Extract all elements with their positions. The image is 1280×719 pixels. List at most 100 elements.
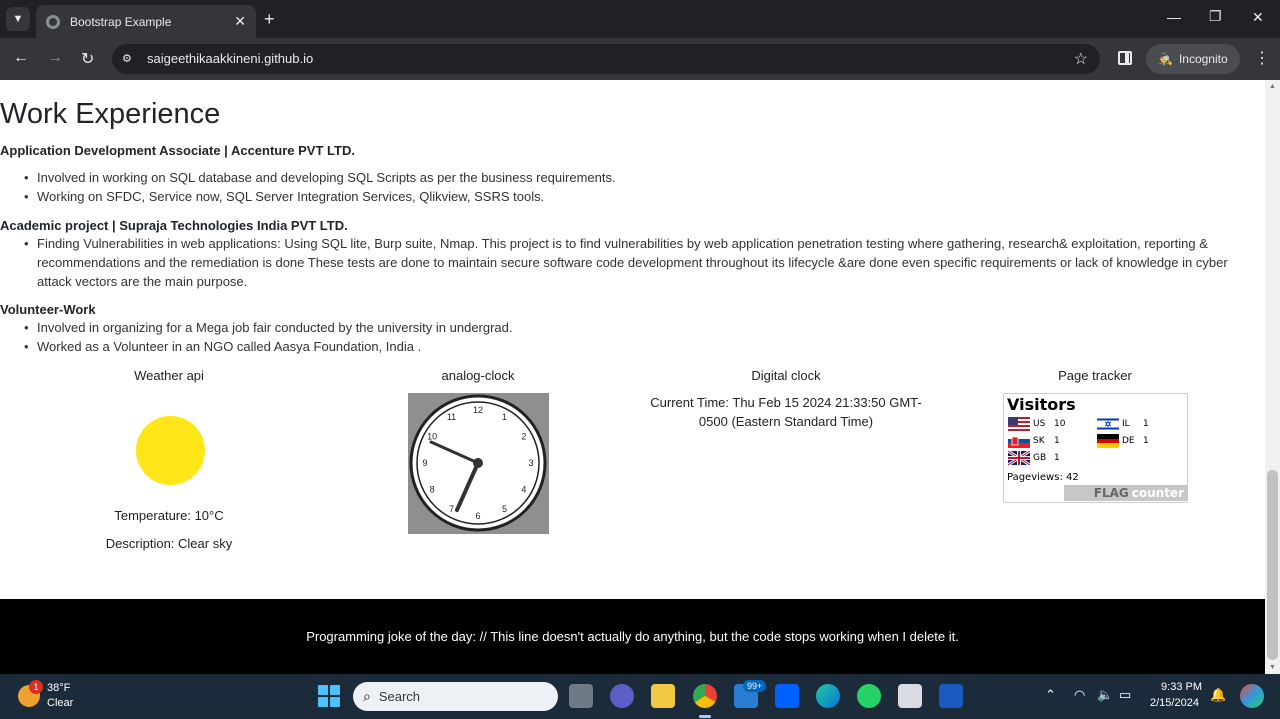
file-explorer-icon[interactable] (651, 684, 675, 708)
globe-icon (46, 14, 60, 29)
footer: Programming joke of the day: // This lin… (0, 599, 1265, 674)
notification-bell-icon[interactable]: 🔔 (1210, 687, 1226, 703)
clock-numeral: 7 (449, 504, 454, 514)
sun-icon (136, 416, 205, 485)
search-label: Search (378, 689, 421, 704)
incognito-icon: 🕵 (1158, 52, 1173, 66)
url-text[interactable]: saigeethikaakkineni.github.io (147, 51, 313, 66)
country-code: IL (1122, 419, 1130, 429)
side-panel-icon[interactable] (1118, 51, 1132, 65)
tab-strip: ▼ Bootstrap Example ✕ + — ❐ ✕ (0, 0, 1280, 38)
analog-clock: 12 1 2 3 4 5 6 7 8 9 10 11 (408, 393, 549, 534)
new-tab-button[interactable]: + (264, 9, 275, 29)
close-tab-icon[interactable]: ✕ (234, 13, 246, 30)
list-item: Worked as a Volunteer in an NGO called A… (24, 337, 1237, 356)
copilot-icon[interactable] (1240, 684, 1264, 708)
temperature-text: Temperature: 10°C (114, 508, 224, 523)
job-bullets: Involved in organizing for a Mega job fa… (24, 318, 1237, 356)
visitors-title: Visitors (1007, 395, 1076, 414)
mail-badge: 99+ (743, 680, 767, 692)
task-view-icon[interactable] (569, 684, 593, 708)
pageviews: Pageviews: 42 (1007, 472, 1079, 483)
notepad-icon[interactable] (898, 684, 922, 708)
address-bar[interactable]: ⚙ saigeethikaakkineni.github.io ☆ (112, 44, 1100, 74)
weather-temp[interactable]: 38°F (47, 682, 70, 694)
us-flag-icon (1008, 417, 1030, 431)
clock-numeral: 2 (521, 432, 526, 442)
gb-flag-icon (1008, 451, 1030, 465)
pageviews-value: 42 (1066, 472, 1079, 483)
country-row: GB 1 (1008, 451, 1060, 465)
bookmark-star-icon[interactable]: ☆ (1074, 49, 1088, 69)
clock-face: 121234567891011 (409, 394, 547, 532)
programming-joke: Programming joke of the day: // This lin… (306, 629, 959, 644)
chevron-up-icon[interactable]: ⌃ (1045, 687, 1056, 703)
notification-badge: 1 (29, 680, 43, 694)
country-count: 1 (1143, 419, 1149, 429)
browser-toolbar: ← → ↻ ⚙ saigeethikaakkineni.github.io ☆ (0, 38, 1280, 80)
battery-icon[interactable]: ▭ (1119, 687, 1131, 703)
edge-icon[interactable] (816, 684, 840, 708)
windows-start-icon[interactable] (318, 685, 340, 707)
forward-arrow-icon[interactable]: → (47, 49, 63, 67)
brand-flag-text: FLAG (1093, 486, 1129, 500)
chrome-icon[interactable] (693, 684, 717, 708)
current-time-line1: Current Time: Thu Feb 15 2024 21:33:50 G… (650, 395, 922, 410)
weather-title: Weather api (134, 368, 204, 383)
country-count: 1 (1054, 436, 1060, 446)
job-bullets: Finding Vulnerabilities in web applicati… (24, 234, 1247, 291)
taskbar: 1 38°F Clear ⌕ Search 99+ ⌃ ◠ 🔈 ▭ 9:33 P… (0, 674, 1280, 719)
page-scrollbar[interactable]: ▲ ▼ (1265, 80, 1280, 674)
scrollbar-thumb[interactable] (1267, 470, 1278, 660)
country-count: 1 (1143, 436, 1149, 446)
country-row: DE 1 (1097, 434, 1149, 448)
whatsapp-icon[interactable] (857, 684, 881, 708)
taskbar-time[interactable]: 9:33 PM (1160, 681, 1202, 693)
tab-search-button[interactable]: ▼ (6, 7, 30, 31)
country-code: GB (1033, 453, 1047, 463)
close-window-icon[interactable]: ✕ (1252, 9, 1264, 26)
site-info-icon[interactable]: ⚙ (122, 52, 136, 66)
country-row: US 10 (1008, 417, 1065, 431)
more-menu-icon[interactable]: ⋮ (1254, 48, 1270, 68)
wifi-icon[interactable]: ◠ (1074, 687, 1085, 703)
weather-description: Description: Clear sky (105, 536, 233, 551)
taskbar-search[interactable]: ⌕ Search (353, 682, 558, 711)
browser-tab[interactable]: Bootstrap Example ✕ (36, 5, 256, 38)
word-icon[interactable] (939, 684, 963, 708)
country-count: 1 (1054, 453, 1060, 463)
restore-icon[interactable]: ❐ (1209, 8, 1222, 25)
job-title: Application Development Associate | Acce… (0, 143, 355, 158)
volume-icon[interactable]: 🔈 (1097, 687, 1113, 703)
back-arrow-icon[interactable]: ← (13, 49, 29, 67)
incognito-indicator[interactable]: 🕵 Incognito (1146, 44, 1240, 74)
tab-title: Bootstrap Example (70, 14, 172, 29)
flag-counter-widget[interactable]: Visitors US 10 SK 1 GB 1 IL 1 DE 1 Pagev… (1003, 393, 1188, 503)
pageviews-label: Pageviews: (1007, 472, 1063, 483)
teams-icon[interactable] (610, 684, 634, 708)
taskbar-date[interactable]: 2/15/2024 (1150, 697, 1199, 709)
scroll-up-icon[interactable]: ▲ (1269, 83, 1276, 90)
clock-numeral: 8 (430, 485, 435, 495)
country-code: SK (1033, 436, 1045, 446)
list-item: Involved in working on SQL database and … (24, 168, 1237, 187)
reload-icon[interactable]: ↻ (81, 49, 94, 69)
de-flag-icon (1097, 434, 1119, 448)
country-code: US (1033, 419, 1046, 429)
chevron-down-icon: ▼ (12, 13, 24, 25)
clock-numeral: 1 (502, 412, 507, 422)
minimize-icon[interactable]: — (1167, 9, 1181, 25)
digital-clock-title: Digital clock (751, 368, 821, 383)
incognito-label: Incognito (1178, 52, 1228, 66)
clock-numeral: 6 (475, 511, 480, 521)
job-title: Academic project | Supraja Technologies … (0, 218, 348, 233)
weather-condition[interactable]: Clear (47, 697, 73, 709)
clock-numeral: 9 (422, 458, 427, 468)
brand-counter-text: counter (1131, 486, 1184, 500)
flag-counter-brand[interactable]: FLAG counter (1064, 485, 1188, 501)
scroll-down-icon[interactable]: ▼ (1269, 664, 1276, 671)
dropbox-icon[interactable] (775, 684, 799, 708)
list-item: Working on SFDC, Service now, SQL Server… (24, 187, 1237, 206)
search-icon: ⌕ (363, 688, 371, 704)
current-time-line2: 0500 (Eastern Standard Time) (698, 414, 874, 429)
